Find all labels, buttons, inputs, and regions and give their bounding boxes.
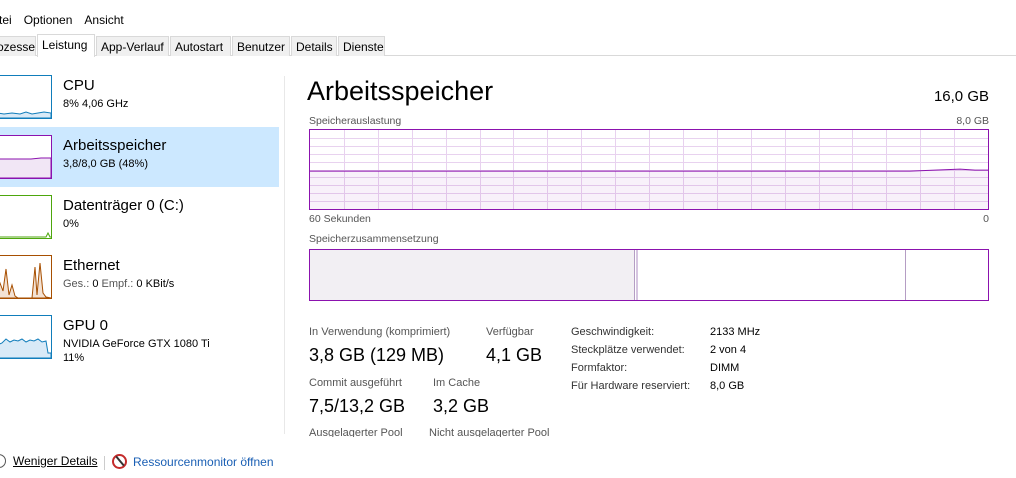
memory-subtitle: 3,8/8,0 GB (48%): [63, 158, 148, 170]
resource-monitor-link[interactable]: Ressourcenmonitor öffnen: [112, 454, 274, 469]
bottom-separator: [104, 456, 105, 470]
total-memory: 16,0 GB: [933, 88, 989, 105]
commit-value: 7,5/13,2 GB: [309, 396, 406, 416]
ethernet-subtitle: Ges.: 0 Empf.: 0 KBit/s: [63, 278, 174, 290]
disk-thumbnail-graph: [0, 195, 52, 239]
tab-performance[interactable]: Leistung: [37, 34, 95, 57]
tab-app-history[interactable]: App-Verlauf: [96, 36, 169, 56]
ethernet-recv-value: 0 KBit/s: [136, 278, 175, 290]
commit-label: Commit ausgeführt: [309, 377, 402, 389]
tab-bar: ozesse Leistung App-Verlauf Autostart Be…: [0, 34, 1016, 57]
in-use-value: 3,8 GB (129 MB): [309, 345, 445, 365]
spec-reserved-key: Für Hardware reserviert:: [571, 380, 691, 392]
ethernet-send-value: 0: [92, 278, 99, 290]
disk-subtitle: 0%: [63, 218, 79, 230]
less-details-button[interactable]: Weniger Details: [0, 454, 97, 468]
cpu-subtitle: 8% 4,06 GHz: [63, 98, 129, 110]
memory-composition-bar: [309, 249, 989, 301]
menu-options[interactable]: Optionen: [18, 10, 79, 30]
gpu-usage: 11%: [63, 352, 85, 364]
disk-title: Datenträger 0 (C:): [63, 197, 184, 214]
spec-slots-value: 2 von 4: [710, 344, 747, 356]
tab-autostart[interactable]: Autostart: [170, 36, 231, 56]
pane-divider: [284, 76, 285, 434]
resource-item-cpu[interactable]: CPU 8% 4,06 GHz: [0, 67, 279, 127]
tab-details[interactable]: Details: [291, 36, 337, 56]
resource-item-gpu[interactable]: GPU 0 NVIDIA GeForce GTX 1080 Ti 11%: [0, 307, 279, 367]
menu-view[interactable]: Ansicht: [78, 10, 129, 30]
time-axis-left: 60 Sekunden: [309, 213, 371, 225]
spec-formfactor-key: Formfaktor:: [571, 362, 628, 374]
gpu-thumbnail-graph: [0, 315, 52, 359]
resource-monitor-icon: [112, 454, 127, 469]
spec-formfactor-value: DIMM: [710, 362, 740, 374]
paged-pool-label: Ausgelagerter Pool: [309, 427, 403, 437]
spec-reserved-value: 8,0 GB: [710, 380, 745, 392]
spec-speed-key: Geschwindigkeit:: [571, 326, 655, 338]
page-title: Arbeitsspeicher: [307, 76, 494, 106]
usage-chart-max: 8,0 GB: [956, 115, 989, 127]
composition-standby-divider: [905, 250, 906, 300]
memory-thumbnail-graph: [0, 135, 52, 179]
time-axis-right: 0: [983, 213, 989, 225]
available-value: 4,1 GB: [486, 345, 543, 365]
gpu-model: NVIDIA GeForce GTX 1080 Ti: [63, 338, 210, 350]
less-details-label: Weniger Details: [13, 454, 98, 468]
window-title-strip: [0, 0, 1016, 8]
cpu-thumbnail-graph: [0, 75, 52, 119]
usage-chart-label: Speicherauslastung: [309, 115, 402, 127]
gpu-title: GPU 0: [63, 317, 109, 334]
resource-item-memory[interactable]: Arbeitsspeicher 3,8/8,0 GB (48%): [0, 127, 279, 187]
resource-item-ethernet[interactable]: Ethernet Ges.: 0 Empf.: 0 KBit/s: [0, 247, 279, 307]
cpu-title: CPU: [63, 77, 95, 94]
composition-in-use[interactable]: [310, 250, 635, 300]
memory-title: Arbeitsspeicher: [63, 137, 167, 154]
ethernet-title: Ethernet: [63, 257, 120, 274]
ethernet-send-label: Ges.:: [63, 278, 90, 290]
ethernet-thumbnail-graph: [0, 255, 52, 299]
available-label: Verfügbar: [486, 326, 534, 338]
menu-bar: tei Optionen Ansicht: [0, 10, 130, 32]
tab-services[interactable]: Dienste: [338, 36, 385, 56]
ethernet-recv-label: Empf.:: [101, 278, 134, 290]
spec-slots-key: Steckplätze verwendet:: [571, 344, 685, 356]
tab-users[interactable]: Benutzer: [232, 36, 290, 56]
cache-label: Im Cache: [433, 377, 481, 389]
chevron-up-circle-icon: [0, 454, 6, 468]
bottom-bar: Weniger Details Ressourcenmonitor öffnen: [0, 449, 1016, 478]
nonpaged-pool-label: Nicht ausgelagerter Pool: [429, 427, 550, 437]
menu-file[interactable]: tei: [0, 10, 18, 30]
tab-processes[interactable]: ozesse: [0, 36, 36, 56]
resource-monitor-label: Ressourcenmonitor öffnen: [133, 454, 274, 469]
spec-speed-value: 2133 MHz: [710, 326, 761, 338]
resource-item-disk[interactable]: Datenträger 0 (C:) 0%: [0, 187, 279, 247]
resource-list: CPU 8% 4,06 GHz Arbeitsspeicher 3,8/8,0 …: [0, 57, 285, 432]
in-use-label: In Verwendung (komprimiert): [309, 326, 451, 338]
composition-label: Speicherzusammensetzung: [309, 233, 439, 245]
cache-value: 3,2 GB: [433, 396, 490, 416]
usage-area: [310, 169, 988, 209]
memory-usage-chart: [309, 129, 989, 210]
composition-modified[interactable]: [636, 250, 638, 300]
